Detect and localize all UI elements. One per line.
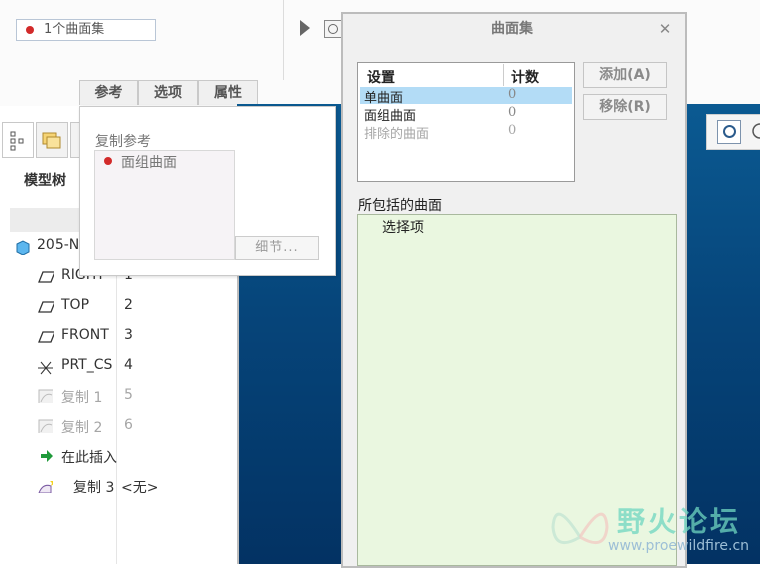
copy-surface-new-icon xyxy=(38,481,53,493)
close-icon[interactable]: ✕ xyxy=(657,18,673,40)
copy-references-collector[interactable]: 面组曲面 xyxy=(94,150,235,260)
copy-surface-icon xyxy=(38,419,53,433)
red-dot-icon xyxy=(104,157,112,165)
zoom-icon[interactable] xyxy=(717,120,741,144)
column-header-count: 计数 xyxy=(511,70,539,86)
tree-item-number: 5 xyxy=(124,387,133,403)
part-cube-icon xyxy=(16,240,30,255)
tab-properties[interactable]: 属性 xyxy=(198,80,258,105)
row-label: 排除的曲面 xyxy=(364,127,430,142)
tree-item-number: 2 xyxy=(124,297,133,313)
row-count: 0 xyxy=(508,87,517,102)
tree-item-insert-here[interactable]: 在此插入 xyxy=(0,442,235,472)
stop-icon[interactable] xyxy=(324,20,342,38)
row-label: 面组曲面 xyxy=(364,109,417,124)
row-label: 单曲面 xyxy=(364,91,404,106)
insert-arrow-icon xyxy=(41,450,53,462)
table-row[interactable]: 排除的曲面 0 xyxy=(360,123,572,142)
row-count: 0 xyxy=(508,105,517,120)
tree-item-label: 在此插入 xyxy=(61,450,117,466)
tree-icon xyxy=(10,131,24,151)
red-dot-icon xyxy=(26,26,34,34)
remove-button[interactable]: 移除(R) xyxy=(583,94,667,120)
column-header-setting: 设置 xyxy=(367,70,395,86)
model-tree-label: 模型树 xyxy=(24,173,66,189)
surface-set-collector[interactable]: 1个曲面集 xyxy=(16,19,156,41)
datum-plane-icon xyxy=(38,331,54,343)
table-row[interactable]: 单曲面 0 xyxy=(360,87,572,106)
tree-item-copy-2[interactable]: 复制 2 6 xyxy=(0,412,235,442)
tree-item-top[interactable]: TOP 2 xyxy=(0,292,235,322)
tree-item-number: 3 xyxy=(124,327,133,343)
tree-item-number: 6 xyxy=(124,417,133,433)
dialog-title: 曲面集 xyxy=(491,21,533,37)
tree-item-label: TOP xyxy=(61,297,90,313)
tab-references[interactable]: 参考 xyxy=(79,80,138,105)
tree-item-front[interactable]: FRONT 3 xyxy=(0,322,235,352)
surface-set-collector-label: 1个曲面集 xyxy=(44,22,105,37)
tree-item-label: FRONT xyxy=(61,327,109,343)
play-icon[interactable] xyxy=(300,20,310,36)
column-divider xyxy=(503,64,504,86)
add-button[interactable]: 添加(A) xyxy=(583,62,667,88)
tree-item-number: 4 xyxy=(124,357,133,373)
copy-references-label: 复制参考 xyxy=(95,134,151,150)
ribbon-divider xyxy=(283,0,284,80)
row-count: 0 xyxy=(508,123,517,138)
watermark-title: 野火论坛 xyxy=(617,505,742,538)
reference-item: 面组曲面 xyxy=(121,155,177,171)
tree-item-label: 复制 2 xyxy=(61,420,103,436)
datum-plane-icon xyxy=(38,301,54,313)
details-button[interactable]: 细节... xyxy=(235,236,319,260)
tab-folder-browser[interactable] xyxy=(36,122,68,158)
tree-item-copy-1[interactable]: 复制 1 5 xyxy=(0,382,235,412)
copy-surface-icon xyxy=(38,389,53,403)
table-row[interactable]: 面组曲面 0 xyxy=(360,105,572,124)
included-surfaces-label: 所包括的曲面 xyxy=(358,198,442,214)
tree-item-label: 205-N xyxy=(37,237,80,253)
coordinate-system-icon xyxy=(38,361,53,375)
tree-item-csys[interactable]: PRT_CS 4 xyxy=(0,352,235,382)
folder-icon xyxy=(42,132,61,149)
tree-item-number: <无> xyxy=(121,480,159,496)
datum-plane-icon xyxy=(38,271,54,283)
tab-model-tree[interactable] xyxy=(2,122,34,158)
tree-item-label: 复制 3 xyxy=(73,480,115,496)
refit-icon[interactable] xyxy=(751,121,760,141)
select-items-prompt: 选择项 xyxy=(382,220,424,236)
watermark-logo-icon xyxy=(551,512,609,545)
tree-item-label: PRT_CS xyxy=(61,357,113,373)
watermark-url: www.proewildfire.cn xyxy=(608,538,750,554)
tree-item-copy-3[interactable]: 复制 3 <无> xyxy=(0,472,235,502)
tree-item-label: 复制 1 xyxy=(61,390,103,406)
tab-options[interactable]: 选项 xyxy=(138,80,198,105)
